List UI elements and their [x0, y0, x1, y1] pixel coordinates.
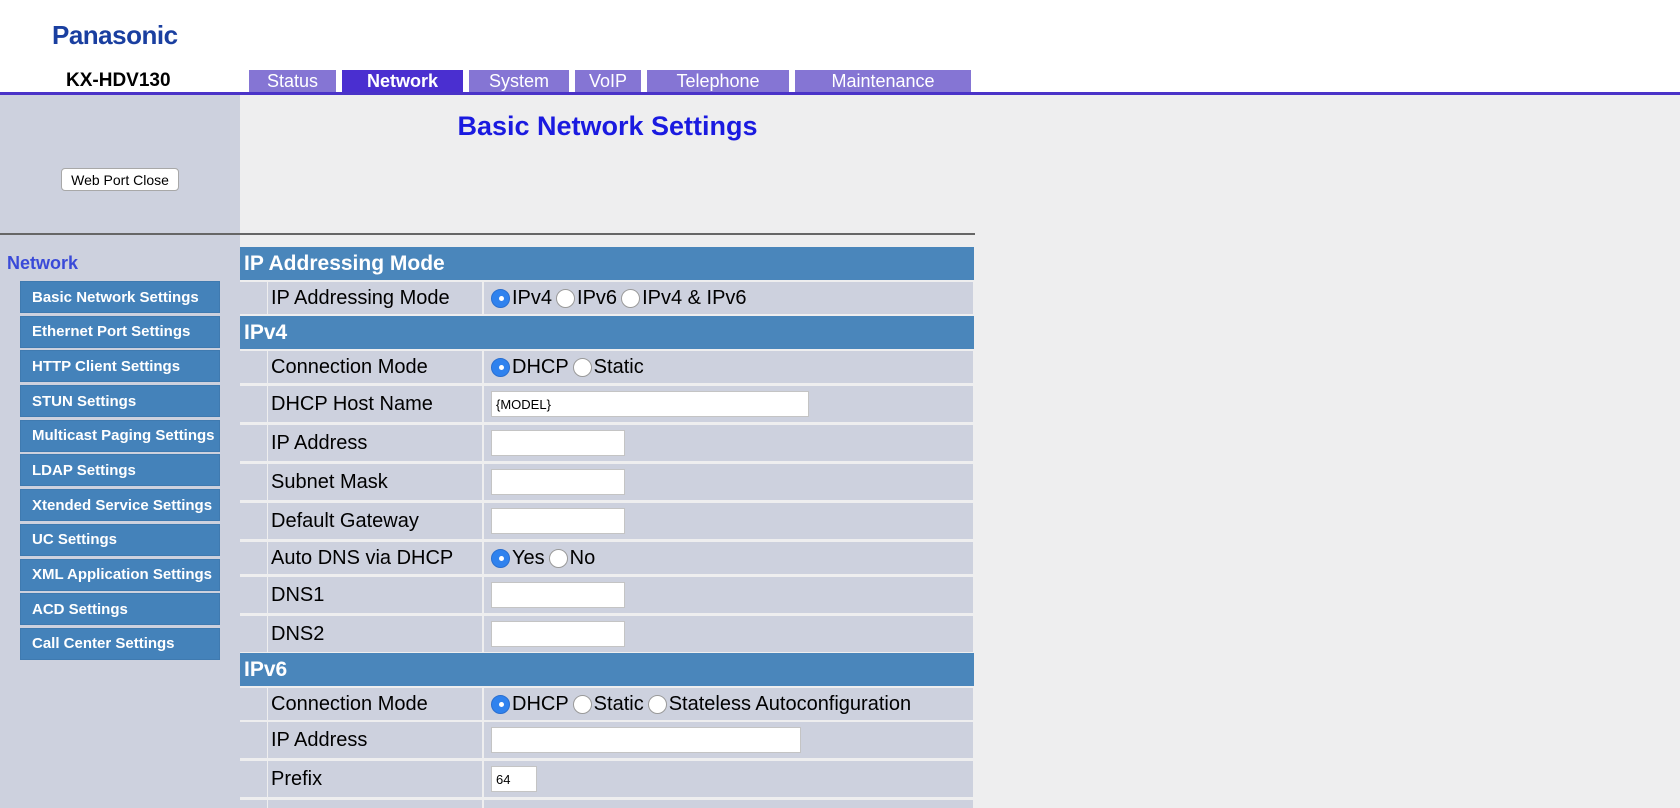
radio-selected-icon[interactable] — [491, 694, 510, 714]
row-subnet-mask: Subnet Mask — [240, 464, 974, 500]
nav-item-xtended-service-settings[interactable]: Xtended Service Settings — [20, 489, 220, 522]
row-next-partial — [240, 800, 974, 808]
field-value: {MODEL} — [484, 386, 973, 422]
field-label: DNS1 — [268, 577, 482, 613]
radio-empty-icon[interactable] — [621, 288, 641, 308]
row-ipv4-ip-address: IP Address — [240, 425, 974, 461]
field-label: Auto DNS via DHCP — [268, 542, 482, 574]
web-port-close-button[interactable]: Web Port Close — [61, 168, 179, 191]
radio-auto-dns-yes[interactable]: Yes — [491, 547, 545, 570]
ipv6-ip-address-input[interactable] — [491, 727, 801, 753]
field-value: 64 — [484, 761, 973, 797]
radio-ipv4-dhcp[interactable]: DHCP — [491, 356, 569, 379]
field-label: DHCP Host Name — [268, 386, 482, 422]
default-gateway-input[interactable] — [491, 508, 625, 534]
radio-selected-icon[interactable] — [491, 288, 510, 308]
field-value — [484, 425, 973, 461]
nav-title: Network — [7, 253, 79, 273]
main-tabs: Status Network System VoIP Telephone Mai… — [249, 70, 977, 93]
nav-item-multicast-paging-settings[interactable]: Multicast Paging Settings — [20, 419, 220, 452]
nav-item-basic-network-settings[interactable]: Basic Network Settings — [20, 281, 220, 313]
radio-ipv6[interactable]: IPv6 — [556, 287, 617, 310]
tab-network[interactable]: Network — [342, 70, 463, 93]
radio-empty-icon[interactable] — [572, 357, 592, 377]
radio-ipv4[interactable]: IPv4 — [491, 287, 552, 310]
field-label: IP Address — [268, 425, 482, 461]
panasonic-logo: Panasonic — [52, 20, 178, 50]
nav-item-call-center-settings[interactable]: Call Center Settings — [20, 627, 220, 660]
nav-item-ldap-settings[interactable]: LDAP Settings — [20, 454, 220, 487]
tab-status[interactable]: Status — [249, 70, 336, 93]
dhcp-host-name-input[interactable]: {MODEL} — [491, 391, 809, 417]
dns1-input[interactable] — [491, 582, 625, 608]
nav-item-xml-application-settings[interactable]: XML Application Settings — [20, 558, 220, 591]
field-label: Subnet Mask — [268, 464, 482, 500]
radio-ipv6-static[interactable]: Static — [572, 693, 644, 716]
field-value: DHCP Static — [484, 351, 973, 383]
field-label: Connection Mode — [268, 688, 482, 720]
row-ipv6-connection-mode: Connection Mode DHCP Static Stateless Au… — [240, 688, 974, 720]
radio-ipv6-stateless[interactable]: Stateless Autoconfiguration — [647, 693, 911, 716]
field-value — [484, 722, 973, 758]
radio-ipv4-static[interactable]: Static — [572, 356, 644, 379]
prefix-input[interactable]: 64 — [491, 766, 537, 792]
section-ip-addressing-mode: IP Addressing Mode — [240, 247, 974, 280]
tab-voip[interactable]: VoIP — [575, 70, 641, 93]
tab-telephone[interactable]: Telephone — [647, 70, 789, 93]
nav-item-http-client-settings[interactable]: HTTP Client Settings — [20, 350, 220, 383]
radio-empty-icon[interactable] — [572, 694, 592, 714]
field-value — [484, 464, 973, 500]
ipv4-ip-address-input[interactable] — [491, 430, 625, 456]
nav-item-acd-settings[interactable]: ACD Settings — [20, 593, 220, 626]
radio-empty-icon[interactable] — [556, 288, 576, 308]
field-value — [484, 577, 973, 613]
row-ipv4-connection-mode: Connection Mode DHCP Static — [240, 351, 974, 383]
tab-system[interactable]: System — [469, 70, 569, 93]
radio-empty-icon[interactable] — [647, 694, 667, 714]
field-value: DHCP Static Stateless Autoconfiguration — [484, 688, 973, 720]
radio-selected-icon[interactable] — [491, 548, 510, 568]
row-prefix: Prefix 64 — [240, 761, 974, 797]
nav-list: Basic Network Settings Ethernet Port Set… — [20, 281, 220, 663]
dns2-input[interactable] — [491, 621, 625, 647]
subnet-mask-input[interactable] — [491, 469, 625, 495]
field-value: IPv4 IPv6 IPv4 & IPv6 — [484, 282, 973, 314]
left-top-panel — [0, 95, 240, 233]
model-name: KX-HDV130 — [66, 70, 171, 91]
radio-ipv6-dhcp[interactable]: DHCP — [491, 693, 569, 716]
row-default-gateway: Default Gateway — [240, 503, 974, 539]
radio-auto-dns-no[interactable]: No — [548, 547, 595, 570]
section-ipv6: IPv6 — [240, 653, 974, 686]
field-label: DNS2 — [268, 616, 482, 652]
field-label: Prefix — [268, 761, 482, 797]
tab-maintenance[interactable]: Maintenance — [795, 70, 971, 93]
nav-item-stun-settings[interactable]: STUN Settings — [20, 385, 220, 418]
field-value: Yes No — [484, 542, 973, 574]
row-dns1: DNS1 — [240, 577, 974, 613]
section-ipv4: IPv4 — [240, 316, 974, 349]
row-ipv6-ip-address: IP Address — [240, 722, 974, 758]
field-label: IP Addressing Mode — [268, 282, 482, 314]
row-auto-dns: Auto DNS via DHCP Yes No — [240, 542, 974, 574]
field-label: Connection Mode — [268, 351, 482, 383]
radio-empty-icon[interactable] — [548, 548, 568, 568]
section-divider — [0, 233, 975, 235]
nav-item-ethernet-port-settings[interactable]: Ethernet Port Settings — [20, 315, 220, 348]
field-value — [484, 616, 973, 652]
row-ip-addressing-mode: IP Addressing Mode IPv4 IPv6 IPv4 & IPv6 — [240, 282, 974, 314]
row-dhcp-host-name: DHCP Host Name {MODEL} — [240, 386, 974, 422]
row-dns2: DNS2 — [240, 616, 974, 652]
field-label: IP Address — [268, 722, 482, 758]
radio-selected-icon[interactable] — [491, 357, 510, 377]
field-label: Default Gateway — [268, 503, 482, 539]
field-value — [484, 503, 973, 539]
nav-item-uc-settings[interactable]: UC Settings — [20, 523, 220, 556]
page-title: Basic Network Settings — [457, 111, 758, 141]
radio-ipv4-ipv6[interactable]: IPv4 & IPv6 — [621, 287, 747, 310]
